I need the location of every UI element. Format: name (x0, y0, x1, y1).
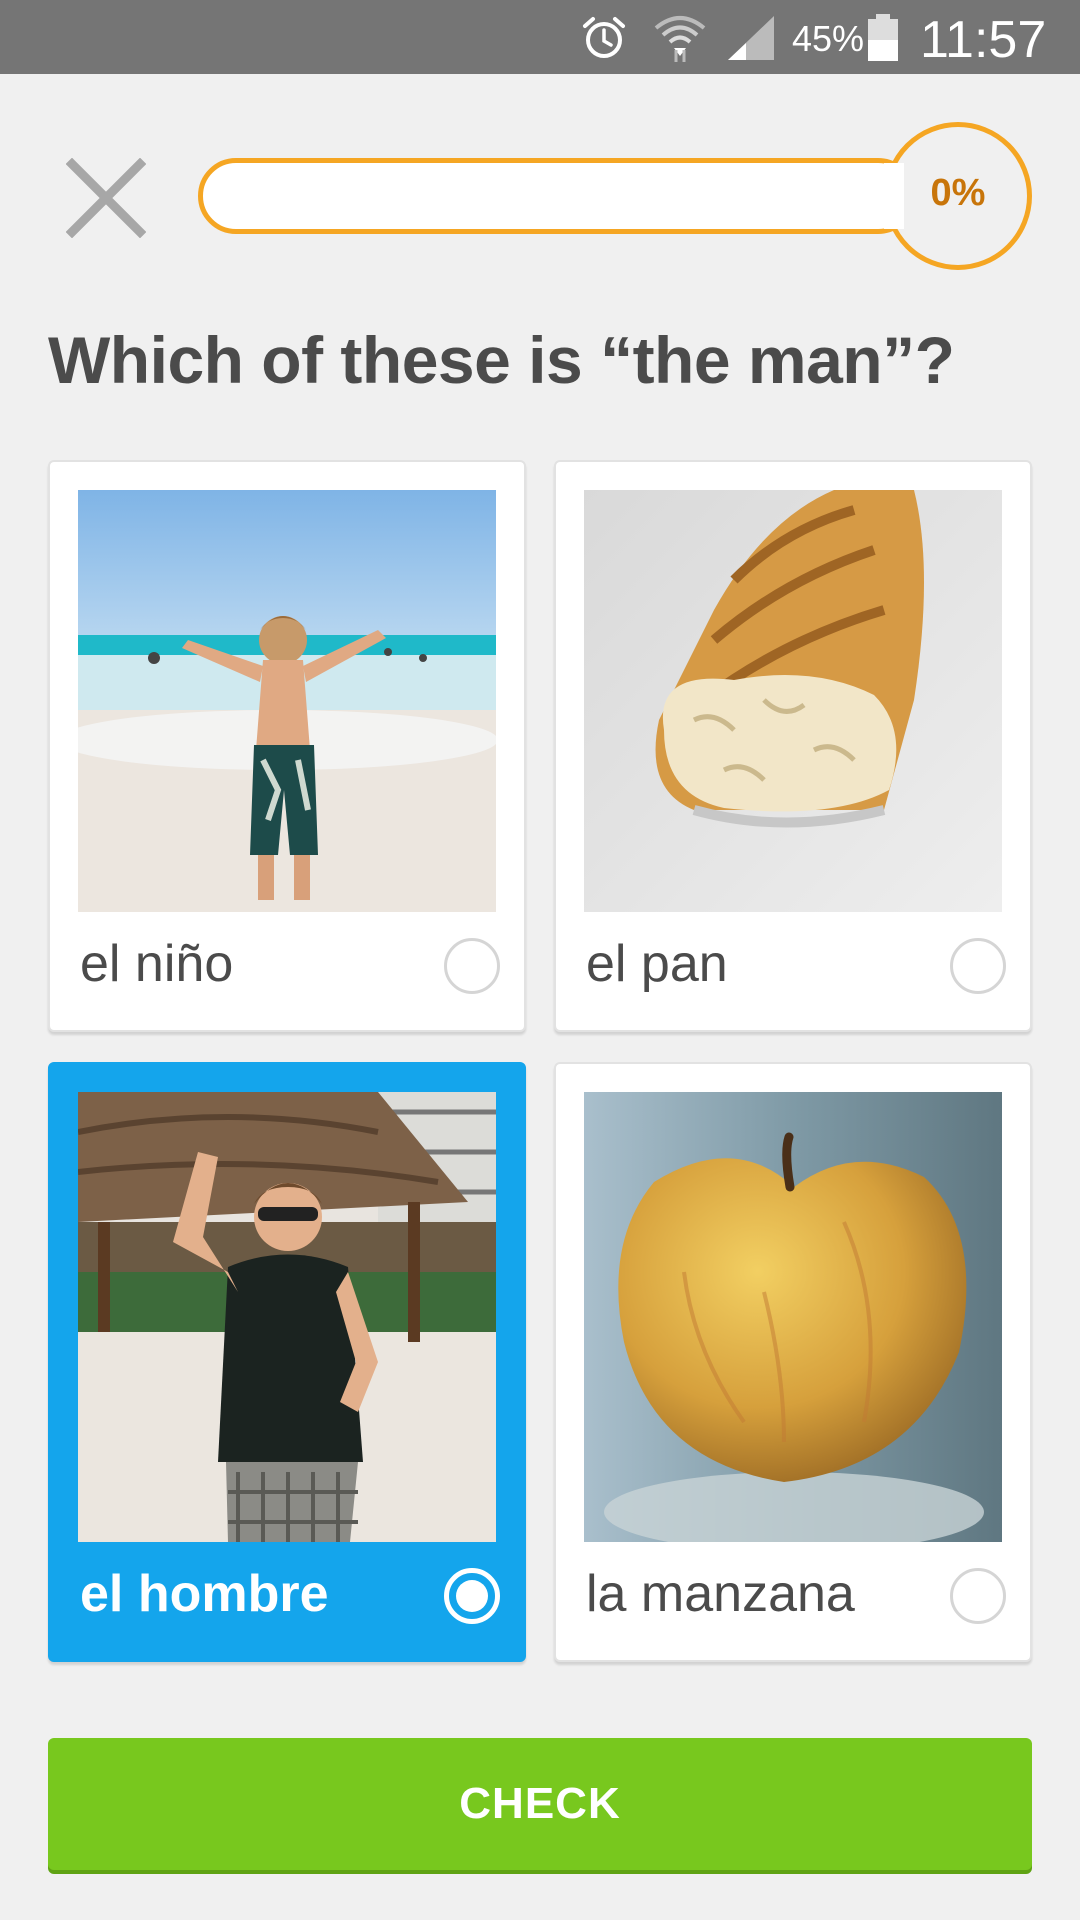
lesson-progress-bar (198, 158, 916, 234)
boy-on-beach-image (78, 490, 496, 912)
question-prompt: Which of these is “the man”? (48, 323, 955, 397)
close-icon (65, 157, 147, 239)
progress-percent-label: 0% (930, 172, 986, 214)
yellow-apple-image (584, 1092, 1002, 1542)
wifi-icon (654, 16, 706, 62)
choice-label: el niño (80, 935, 234, 993)
choice-radio[interactable] (950, 1568, 1006, 1624)
battery-percent: 45% (792, 18, 865, 59)
battery-icon (868, 14, 898, 61)
choice-radio[interactable] (950, 938, 1006, 994)
choice-card-el-nino[interactable]: el niño (48, 460, 526, 1032)
choice-card-la-manzana[interactable]: la manzana (554, 1062, 1032, 1662)
close-button[interactable] (65, 157, 147, 239)
choice-card-el-pan[interactable]: el pan (554, 460, 1032, 1032)
man-waving-on-beach-image (78, 1092, 496, 1542)
clock-time: 11:57 (920, 11, 1047, 69)
status-bar: 45% 11:57 (0, 0, 1080, 74)
choice-label: el hombre (80, 1565, 329, 1623)
signal-icon (728, 16, 774, 60)
choice-card-el-hombre[interactable]: el hombre (48, 1062, 526, 1662)
check-button[interactable]: CHECK (48, 1738, 1032, 1870)
choice-label: el pan (586, 935, 728, 993)
baguette-bread-image (584, 490, 1002, 912)
choice-label: la manzana (586, 1565, 855, 1623)
choice-radio-selected[interactable] (444, 1568, 500, 1624)
alarm-icon (583, 17, 625, 58)
choice-radio[interactable] (444, 938, 500, 994)
